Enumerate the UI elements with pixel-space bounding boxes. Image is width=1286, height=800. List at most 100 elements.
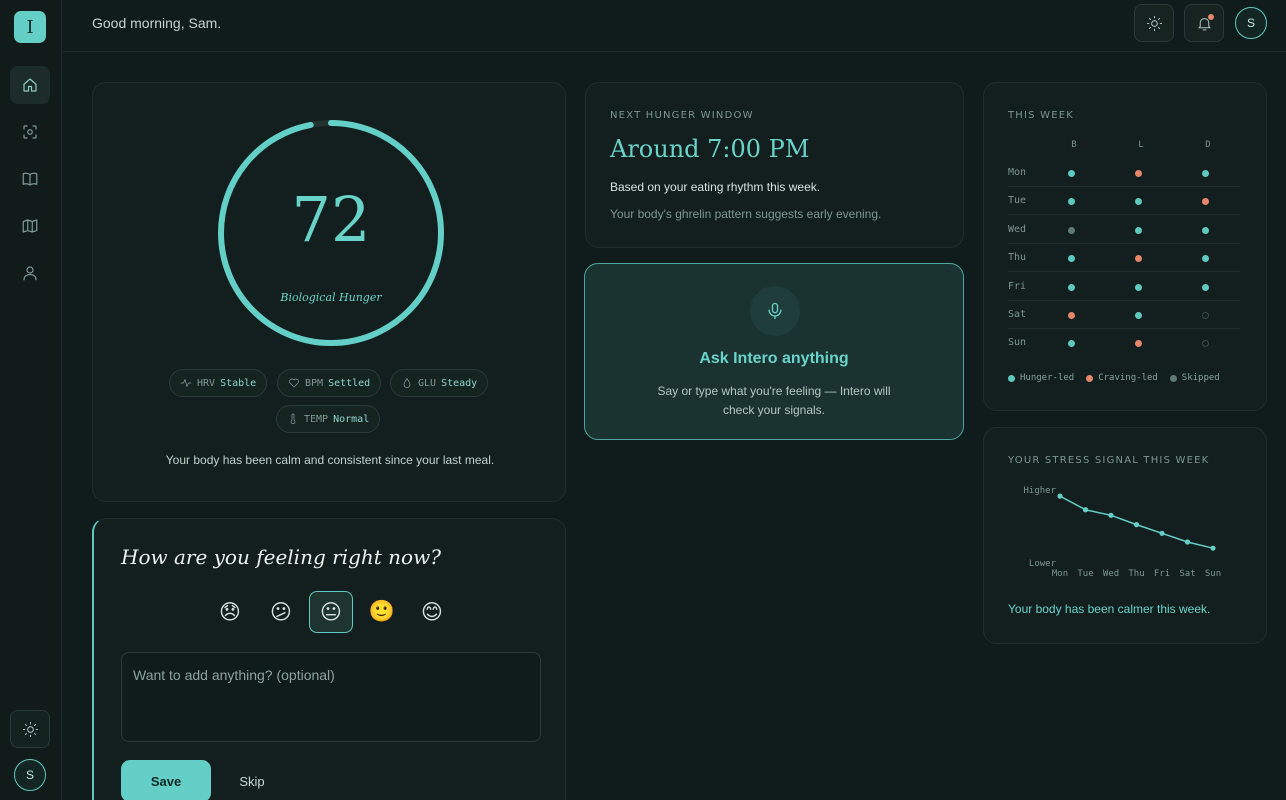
stress-point-thu[interactable] <box>1133 522 1140 528</box>
chip-value: Normal <box>333 413 370 425</box>
week-row-tue: Tue <box>1008 187 1240 216</box>
stress-point-fri[interactable] <box>1159 530 1165 536</box>
week-day-label: Thu <box>1008 252 1027 264</box>
meal-dot-hunger[interactable] <box>1201 226 1209 234</box>
legend-label: Hunger-led <box>1020 373 1075 383</box>
emoji-option-sad[interactable]: 😞 <box>208 591 252 633</box>
meal-dot-craving[interactable] <box>1201 198 1209 206</box>
week-day-label: Fri <box>1008 280 1027 292</box>
book-icon <box>22 172 38 186</box>
meal-dot-hunger[interactable] <box>1067 170 1075 177</box>
scan-icon <box>23 125 37 139</box>
week-day-label: Wed <box>1008 223 1027 235</box>
week-row-sun: Sun <box>1008 329 1240 357</box>
microphone-icon <box>768 302 782 320</box>
chip-value: Stable <box>220 377 257 389</box>
meal-dot-skipped[interactable] <box>1067 226 1075 234</box>
greeting-text: Good morning, Sam. <box>92 15 222 31</box>
feeling-title: How are you feeling right now? <box>121 545 441 569</box>
next-hunger-eyebrow: NEXT HUNGER WINDOW <box>610 110 754 121</box>
week-row-thu: Thu <box>1008 244 1240 273</box>
x-tick-wed: Wed <box>1103 569 1119 579</box>
x-tick-sun: Sun <box>1205 569 1221 579</box>
feeling-card: How are you feeling right now? 😞 😕 😐 🙂 😊… <box>92 518 566 800</box>
chip-key: TEMP <box>304 413 329 425</box>
x-tick-thu: Thu <box>1128 569 1144 579</box>
home-icon <box>23 78 37 92</box>
legend-craving-swatch <box>1086 374 1094 382</box>
sidebar-item-journal[interactable] <box>10 160 50 198</box>
user-icon <box>23 266 37 281</box>
mic-button[interactable] <box>750 286 800 336</box>
legend-craving: Craving-led <box>1086 373 1158 383</box>
meal-dot-craving[interactable] <box>1134 170 1142 177</box>
meal-dot-hunger[interactable] <box>1201 170 1209 177</box>
thermometer-icon <box>290 413 296 424</box>
user-avatar[interactable]: S <box>1235 7 1267 39</box>
hunger-score: 72 <box>291 183 371 256</box>
column-breakfast: B <box>1071 140 1077 150</box>
meal-dot-craving[interactable] <box>1067 312 1075 319</box>
meal-dot-hunger[interactable] <box>1067 283 1075 291</box>
pulse-icon <box>180 379 192 387</box>
meal-dot-hunger[interactable] <box>1134 198 1142 206</box>
week-day-label: Tue <box>1008 195 1027 207</box>
sidebar-item-home[interactable] <box>10 66 50 104</box>
theme-button[interactable] <box>1134 4 1174 42</box>
meal-dot-hunger[interactable] <box>1201 255 1209 263</box>
meal-dot-hunger[interactable] <box>1067 255 1075 263</box>
save-button[interactable]: Save <box>121 760 211 800</box>
meal-dot-hunger[interactable] <box>1067 198 1075 206</box>
theme-toggle-button[interactable] <box>10 710 50 748</box>
stress-note: Your body has been calmer this week. <box>1008 602 1211 616</box>
chip-key: HRV <box>197 377 216 389</box>
map-icon <box>22 219 38 233</box>
emoji-option-neutral[interactable]: 😐 <box>309 591 353 633</box>
top-bar: Good morning, Sam. S <box>63 0 1286 52</box>
legend-skipped: Skipped <box>1169 373 1220 383</box>
emoji-option-content[interactable]: 🙂 <box>360 591 404 633</box>
ask-intero-card[interactable]: Ask Intero anything Say or type what you… <box>584 263 964 440</box>
meal-dot-none[interactable] <box>1201 312 1209 319</box>
legend-hunger: Hunger-led <box>1008 373 1074 383</box>
week-day-label: Sat <box>1008 309 1027 320</box>
stress-point-tue[interactable] <box>1082 507 1089 513</box>
week-row-fri: Fri <box>1008 273 1240 301</box>
meal-dot-hunger[interactable] <box>1067 340 1075 348</box>
x-tick-sat: Sat <box>1179 569 1195 579</box>
sidebar-item-profile[interactable] <box>10 254 50 292</box>
chip-key: BPM <box>305 377 324 389</box>
stress-point-wed[interactable] <box>1108 512 1114 518</box>
next-hunger-time: Around 7:00 PM <box>610 135 810 163</box>
sidebar-avatar[interactable]: S <box>14 759 46 791</box>
y-label-lower: Lower <box>1029 559 1057 569</box>
meal-dot-craving[interactable] <box>1134 255 1142 263</box>
stress-chart: Higher LowerMon Tue Wed Thu Fri Sat Sun <box>1023 486 1221 579</box>
legend-label: Craving-led <box>1098 373 1158 383</box>
skip-button[interactable]: Skip <box>226 760 278 800</box>
temp-chip: TEMP Normal <box>276 405 381 433</box>
meal-dot-hunger[interactable] <box>1134 226 1142 234</box>
ask-subtitle: Say or type what you're feeling — Intero… <box>657 384 891 417</box>
stress-eyebrow: YOUR STRESS SIGNAL THIS WEEK <box>1008 455 1210 466</box>
stress-card: YOUR STRESS SIGNAL THIS WEEK Higher Lower… <box>983 427 1267 644</box>
glu-chip: GLU Steady <box>390 369 489 397</box>
notifications-button[interactable] <box>1184 4 1224 42</box>
next-hunger-line2: Your body's ghrelin pattern suggests ear… <box>610 207 882 221</box>
stress-point-mon[interactable] <box>1057 493 1063 499</box>
feeling-note-input[interactable] <box>121 652 541 742</box>
stress-point-sun[interactable] <box>1210 545 1216 551</box>
meal-dot-none[interactable] <box>1201 340 1209 348</box>
emoji-option-happy[interactable]: 😊 <box>410 591 454 633</box>
sun-icon <box>22 721 38 737</box>
meal-dot-craving[interactable] <box>1134 340 1142 348</box>
column-lunch: L <box>1138 140 1144 150</box>
stress-point-sat[interactable] <box>1184 539 1191 545</box>
sidebar-item-scan[interactable] <box>10 113 50 151</box>
app-logo[interactable]: I <box>14 11 46 43</box>
meal-dot-hunger[interactable] <box>1134 283 1142 291</box>
emoji-option-unsure[interactable]: 😕 <box>259 591 303 633</box>
meal-dot-hunger[interactable] <box>1201 283 1209 291</box>
meal-dot-hunger[interactable] <box>1134 312 1142 319</box>
sidebar-item-map[interactable] <box>10 207 50 245</box>
